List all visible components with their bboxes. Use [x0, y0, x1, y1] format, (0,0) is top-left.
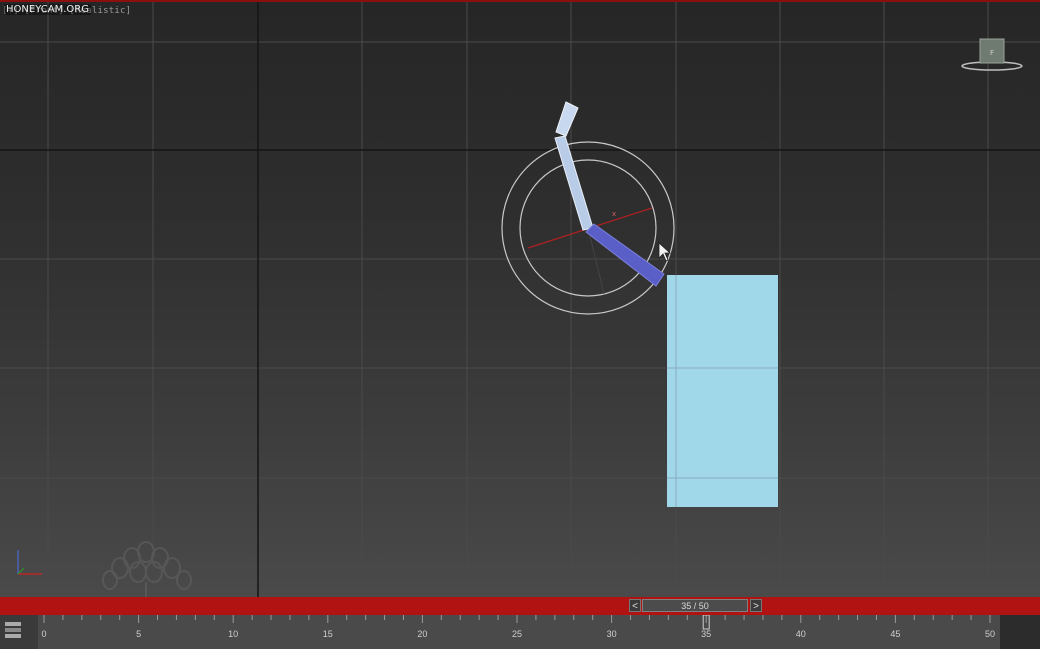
lower-bone: [585, 223, 665, 287]
bone-tip: [555, 101, 579, 137]
blue-box: [667, 275, 778, 507]
ruler-label: 5: [136, 629, 142, 639]
ruler-label: 10: [228, 629, 239, 639]
time-slider-bar: < 35 / 50 >: [0, 597, 1040, 615]
tree-logo-icon: [102, 541, 192, 597]
ruler-label: 0: [41, 629, 47, 639]
track-bar: 0 5 10 15 20 25 30 35 40 45 50: [0, 615, 1040, 649]
ruler-label: 20: [417, 629, 428, 639]
ruler-label: 40: [795, 629, 806, 639]
prev-frame-button[interactable]: <: [629, 599, 641, 612]
scene: x: [501, 101, 778, 507]
time-slider[interactable]: 35 / 50: [642, 599, 748, 612]
svg-text:x: x: [612, 210, 616, 218]
viewport-front[interactable]: [+] [Front] [Realistic] HONEYCAM.ORG F x: [0, 0, 1040, 597]
next-frame-button[interactable]: >: [750, 599, 762, 612]
ruler-label: 30: [606, 629, 617, 639]
ruler-label: 35: [701, 629, 712, 639]
ruler-label: 50: [984, 629, 996, 639]
ruler-label: 15: [322, 629, 333, 639]
track-bar-end: [1000, 615, 1040, 649]
axis-tripod-icon: [17, 550, 42, 575]
ruler-label: 25: [511, 629, 523, 639]
upper-bone: [554, 135, 594, 231]
ruler-label: 45: [890, 629, 901, 639]
track-bar-toggle-icon[interactable]: [4, 621, 22, 639]
